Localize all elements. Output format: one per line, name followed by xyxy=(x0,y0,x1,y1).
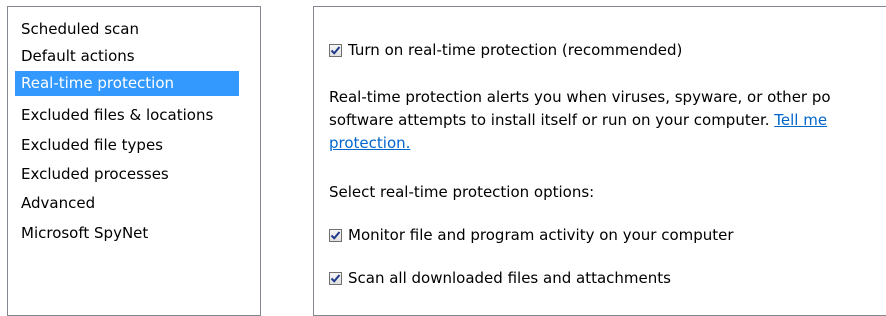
scan-downloads-label: Scan all downloaded files and attachment… xyxy=(348,269,671,287)
settings-nav-panel: Scheduled scan Default actions Real-time… xyxy=(7,6,261,316)
nav-item-label: Scheduled scan xyxy=(21,20,139,38)
description-line-3: protection. xyxy=(329,132,410,154)
nav-item-real-time-protection[interactable]: Real-time protection xyxy=(15,71,239,96)
nav-item-advanced[interactable]: Advanced xyxy=(15,191,101,216)
monitor-activity-checkbox[interactable] xyxy=(329,228,342,242)
nav-item-excluded-files-locations[interactable]: Excluded files & locations xyxy=(15,103,219,128)
real-time-protection-option[interactable]: Turn on real-time protection (recommende… xyxy=(329,40,682,60)
checkmark-icon xyxy=(330,45,341,55)
nav-item-excluded-file-types[interactable]: Excluded file types xyxy=(15,133,169,158)
description-line-2: software attempts to install itself or r… xyxy=(329,111,828,129)
options-heading: Select real-time protection options: xyxy=(329,183,595,201)
nav-item-scheduled-scan[interactable]: Scheduled scan xyxy=(15,17,145,42)
scan-downloads-option[interactable]: Scan all downloaded files and attachment… xyxy=(329,268,671,288)
protection-link[interactable]: protection. xyxy=(329,134,410,152)
nav-item-microsoft-spynet[interactable]: Microsoft SpyNet xyxy=(15,221,154,246)
nav-item-label: Microsoft SpyNet xyxy=(21,224,149,242)
real-time-protection-label: Turn on real-time protection (recommende… xyxy=(348,41,683,59)
nav-item-excluded-processes[interactable]: Excluded processes xyxy=(15,162,175,187)
nav-item-default-actions[interactable]: Default actions xyxy=(15,44,141,69)
settings-content-panel: Turn on real-time protection (recommende… xyxy=(313,6,886,316)
description-line-1: Real-time protection alerts you when vir… xyxy=(329,88,831,106)
nav-item-label: Advanced xyxy=(21,194,96,212)
nav-item-label: Excluded files & locations xyxy=(21,106,214,124)
scan-downloads-checkbox[interactable] xyxy=(329,271,342,285)
tell-me-more-link[interactable]: Tell me xyxy=(774,111,827,129)
monitor-activity-option[interactable]: Monitor file and program activity on you… xyxy=(329,225,734,245)
checkmark-icon xyxy=(330,230,341,240)
monitor-activity-label: Monitor file and program activity on you… xyxy=(348,226,734,244)
nav-item-label: Excluded file types xyxy=(21,136,163,154)
real-time-protection-checkbox[interactable] xyxy=(329,43,342,57)
nav-item-label: Excluded processes xyxy=(21,165,169,183)
nav-item-label: Default actions xyxy=(21,47,135,65)
nav-item-label: Real-time protection xyxy=(21,74,175,92)
checkmark-icon xyxy=(330,273,341,283)
